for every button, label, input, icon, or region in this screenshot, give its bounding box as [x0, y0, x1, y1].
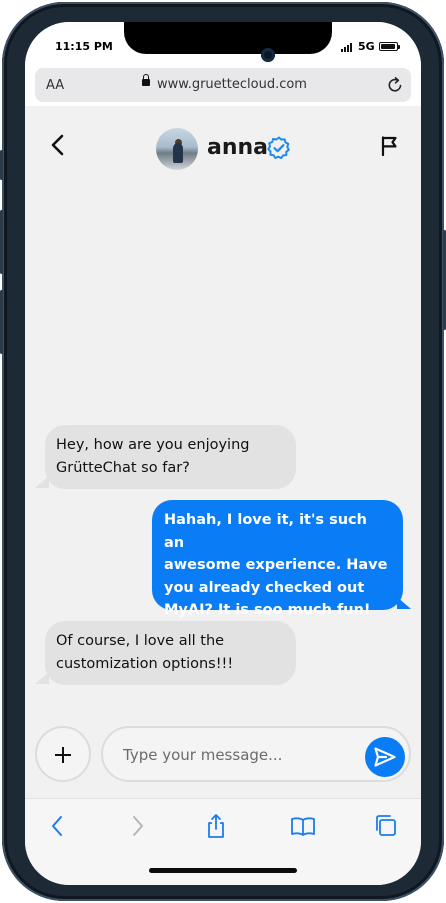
report-flag-icon[interactable]: [379, 134, 401, 158]
verified-badge-icon: [267, 136, 290, 160]
notch: [124, 22, 332, 54]
phone-screen: 11:15 PM 5G AA www.gruettecloud.com anna: [25, 22, 421, 885]
reload-icon[interactable]: [385, 75, 405, 95]
battery-icon: [379, 42, 400, 51]
avatar-figure: [173, 143, 183, 163]
status-time: 11:15 PM: [55, 40, 113, 53]
bookmarks-icon[interactable]: [290, 813, 316, 839]
avatar[interactable]: [156, 128, 198, 170]
phone-side-button: [0, 150, 3, 180]
message-line: GrütteChat so far?: [56, 459, 190, 476]
phone-side-button: [0, 210, 3, 274]
bubble-tail: [35, 476, 49, 488]
message-line: Hey, how are you enjoying: [56, 437, 250, 453]
attach-plus-button[interactable]: [35, 726, 91, 782]
message-line: Hahah, I love it, it's such an: [164, 512, 367, 551]
network-type: 5G: [358, 40, 375, 53]
bubble-tail: [397, 597, 411, 609]
lock-icon: [142, 74, 150, 86]
contact-name[interactable]: anna: [207, 135, 268, 160]
bubble-tail: [35, 672, 49, 684]
signal-icon: [341, 43, 352, 52]
text-size-button[interactable]: AA: [46, 78, 64, 93]
message-bubble-outgoing[interactable]: Hahah, I love it, it's such an awesome e…: [152, 500, 403, 618]
message-line: you already checked out: [164, 579, 365, 596]
camera: [261, 48, 275, 62]
back-chevron-icon[interactable]: [49, 132, 67, 158]
browser-back-icon[interactable]: [45, 813, 71, 839]
address-bar[interactable]: AA www.gruettecloud.com: [35, 68, 411, 102]
phone-side-button: [0, 290, 3, 354]
message-line: MyAI? It is soo much fun!: [164, 602, 371, 618]
tabs-icon[interactable]: [373, 813, 399, 839]
send-icon: [374, 747, 396, 767]
url-text[interactable]: www.gruettecloud.com: [157, 77, 307, 92]
message-bubble-incoming[interactable]: Hey, how are you enjoying GrütteChat so …: [45, 425, 296, 489]
message-input[interactable]: [123, 742, 353, 768]
message-line: Of course, I love all the: [56, 633, 225, 649]
home-indicator[interactable]: [149, 868, 297, 873]
send-button[interactable]: [365, 737, 405, 777]
message-bubble-incoming[interactable]: Of course, I love all the customization …: [45, 621, 296, 685]
share-icon[interactable]: [203, 813, 229, 839]
message-line: customization options!!!: [56, 655, 234, 672]
message-line: awesome experience. Have: [164, 557, 388, 573]
browser-address-area: AA www.gruettecloud.com: [25, 66, 421, 106]
message-composer[interactable]: [101, 726, 411, 782]
browser-forward-icon[interactable]: [124, 813, 150, 839]
